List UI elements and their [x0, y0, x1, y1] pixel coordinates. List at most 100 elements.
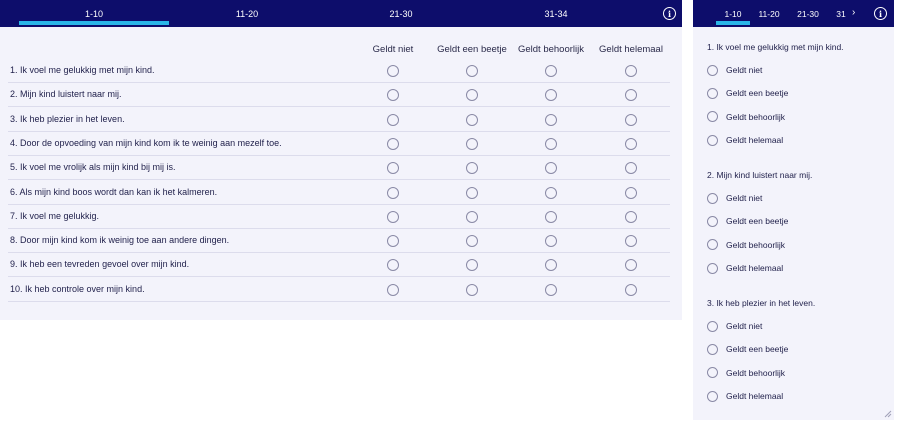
question-label: 3. Ik heb plezier in het leven. [10, 113, 125, 124]
mobile-radio-option[interactable]: Geldt niet [707, 191, 762, 205]
option-label: Geldt behoorlijk [726, 367, 786, 378]
radio-circle[interactable] [707, 343, 718, 355]
mobile-radio-option[interactable]: Geldt helemaal [707, 133, 783, 147]
mobile-radio-option[interactable]: Geldt een beetje [707, 86, 788, 100]
radio-option-0[interactable] [387, 137, 399, 150]
tab-1-10[interactable]: 1-10 [19, 0, 169, 27]
radio-circle[interactable] [707, 87, 718, 99]
radio-circle[interactable] [707, 215, 718, 227]
radio-circle[interactable] [707, 239, 718, 251]
radio-option-3[interactable] [625, 235, 637, 248]
radio-option-3[interactable] [625, 186, 637, 199]
radio-option-2[interactable] [545, 65, 557, 77]
radio-option-3[interactable] [625, 65, 637, 77]
question-row: 1. Ik voel me gelukkig met mijn kind. [8, 59, 670, 83]
radio-option-3[interactable] [625, 113, 637, 126]
tab-11-20[interactable]: 11-20 [172, 0, 322, 27]
radio-option-2[interactable] [545, 162, 557, 175]
questionnaire-mobile-preview: 1-10 11-20 21-30 31 › i 1. Ik voel me ge… [693, 0, 894, 420]
radio-option-2[interactable] [545, 283, 557, 296]
radio-option-3[interactable] [625, 259, 637, 272]
radio-option-2[interactable] [545, 259, 557, 272]
mobile-info-icon[interactable]: i [874, 7, 887, 20]
info-icon[interactable]: i [663, 7, 676, 20]
radio-circle[interactable] [707, 367, 718, 379]
radio-option-0[interactable] [387, 283, 399, 296]
radio-option-0[interactable] [387, 113, 399, 126]
radio-option-2[interactable] [545, 235, 557, 248]
radio-option-0[interactable] [387, 210, 399, 223]
mobile-radio-option[interactable]: Geldt niet [707, 63, 762, 77]
mobile-tab-bar: 1-10 11-20 21-30 31 [693, 0, 894, 27]
radio-option-2[interactable] [545, 89, 557, 102]
mobile-radio-option[interactable]: Geldt behoorlijk [707, 238, 785, 252]
page-tab-bar: 1-10 11-20 21-30 31-34 [0, 0, 682, 27]
radio-option-1[interactable] [466, 162, 478, 175]
mobile-tab-21-30[interactable]: 21-30 [793, 0, 823, 27]
mobile-tab-1-10[interactable]: 1-10 [716, 0, 750, 27]
option-label: Geldt helemaal [726, 263, 784, 274]
radio-option-0[interactable] [387, 259, 399, 272]
radio-option-1[interactable] [466, 259, 478, 272]
question-label: 4. Door de opvoeding van mijn kind kom i… [10, 137, 282, 148]
option-label: Geldt niet [726, 193, 763, 203]
radio-option-2[interactable] [545, 186, 557, 199]
mobile-question-label: 1. Ik voel me gelukkig met mijn kind. [707, 42, 844, 52]
option-label: Geldt helemaal [726, 391, 784, 402]
radio-option-3[interactable] [625, 137, 637, 150]
radio-circle[interactable] [707, 320, 718, 332]
radio-option-3[interactable] [625, 210, 637, 223]
radio-option-2[interactable] [545, 210, 557, 223]
radio-option-1[interactable] [466, 89, 478, 102]
radio-option-1[interactable] [466, 137, 478, 150]
option-label: Geldt behoorlijk [726, 111, 786, 122]
question-row: 5. Ik voel me vrolijk als mijn kind bij … [8, 156, 670, 181]
radio-option-2[interactable] [545, 113, 557, 126]
radio-circle[interactable] [707, 390, 718, 402]
mobile-radio-option[interactable]: Geldt behoorlijk [707, 110, 785, 124]
radio-option-3[interactable] [625, 283, 637, 296]
radio-option-0[interactable] [387, 162, 399, 175]
column-header-geldt-helemaal: Geldt helemaal [599, 44, 663, 55]
mobile-radio-option[interactable]: Geldt helemaal [707, 261, 783, 275]
option-label: Geldt niet [726, 321, 763, 331]
question-row: 8. Door mijn kind kom ik weinig toe aan … [8, 229, 670, 254]
radio-circle[interactable] [707, 192, 718, 204]
radio-option-2[interactable] [545, 137, 557, 150]
tab-21-30[interactable]: 21-30 [326, 0, 476, 27]
radio-circle[interactable] [707, 134, 718, 146]
radio-option-1[interactable] [466, 283, 478, 296]
mobile-radio-option[interactable]: Geldt niet [707, 319, 762, 333]
radio-circle[interactable] [707, 64, 718, 76]
question-row: 4. Door de opvoeding van mijn kind kom i… [8, 132, 670, 156]
option-label: Geldt een beetje [726, 344, 789, 355]
radio-option-1[interactable] [466, 113, 478, 126]
radio-option-1[interactable] [466, 210, 478, 223]
question-row: 9. Ik heb een tevreden gevoel over mijn … [8, 253, 670, 278]
resize-handle-icon[interactable] [884, 410, 892, 418]
mobile-tab-11-20[interactable]: 11-20 [754, 0, 784, 27]
mobile-radio-option[interactable]: Geldt een beetje [707, 342, 788, 356]
radio-option-0[interactable] [387, 235, 399, 248]
radio-option-1[interactable] [466, 65, 478, 77]
mobile-radio-option[interactable]: Geldt een beetje [707, 214, 788, 228]
radio-option-1[interactable] [466, 235, 478, 248]
radio-option-0[interactable] [387, 89, 399, 102]
chevron-right-icon[interactable]: › [852, 7, 855, 18]
radio-option-3[interactable] [625, 162, 637, 175]
mobile-radio-option[interactable]: Geldt behoorlijk [707, 366, 785, 380]
mobile-tab-31[interactable]: 31 [834, 0, 848, 27]
option-label: Geldt helemaal [726, 135, 784, 146]
mobile-question-label: 3. Ik heb plezier in het leven. [707, 298, 816, 308]
radio-circle[interactable] [707, 262, 718, 274]
question-label: 9. Ik heb een tevreden gevoel over mijn … [10, 259, 190, 270]
radio-option-3[interactable] [625, 89, 637, 102]
radio-option-1[interactable] [466, 186, 478, 199]
radio-circle[interactable] [707, 111, 718, 123]
question-row: 2. Mijn kind luistert naar mij. [8, 83, 670, 108]
radio-option-0[interactable] [387, 65, 399, 77]
radio-option-0[interactable] [387, 186, 399, 199]
mobile-radio-option[interactable]: Geldt helemaal [707, 389, 783, 403]
question-row: 10. Ik heb controle over mijn kind. [8, 278, 670, 302]
tab-31-34[interactable]: 31-34 [481, 0, 631, 27]
